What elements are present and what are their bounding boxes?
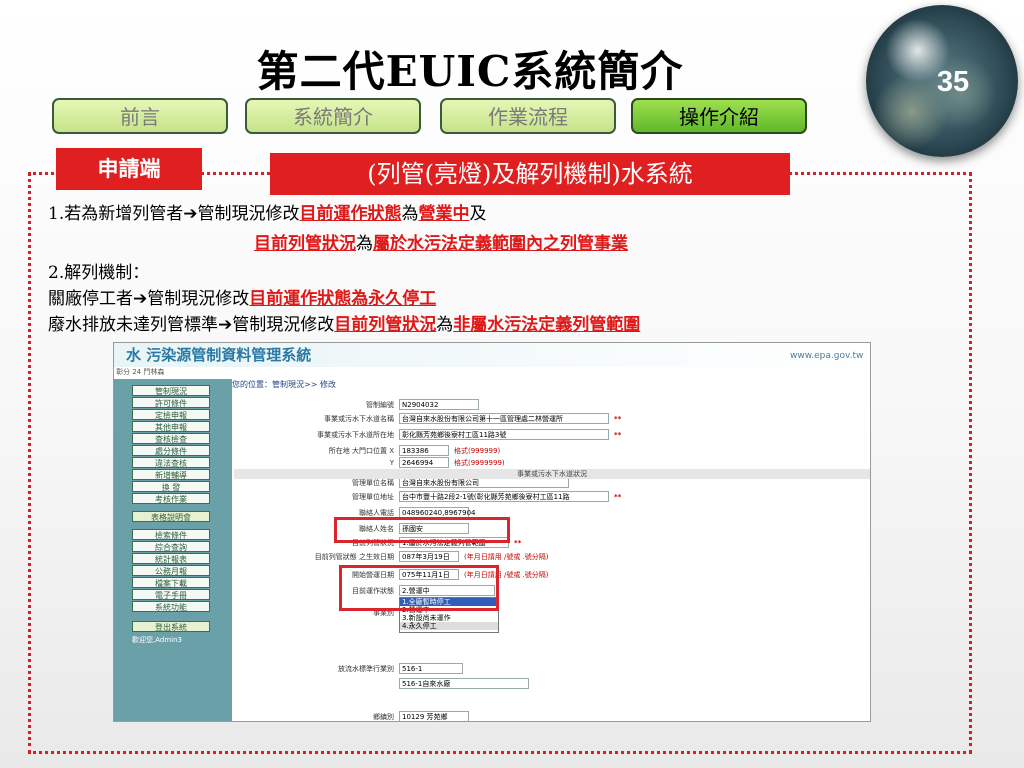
shot-section-title: 事業或污水下水道狀況 — [234, 469, 870, 479]
shot-menu-item[interactable]: 管制現況 — [132, 385, 210, 396]
shot-field-input[interactable]: N2904032 — [399, 399, 479, 410]
shot-field-input[interactable]: 10129 芳苑鄉 — [399, 711, 469, 721]
body-line-2: 目前列管狀況為屬於水污法定義範圍內之列管事業 — [254, 233, 628, 255]
shot-industry-detail[interactable]: 516-1自來水廠 — [399, 678, 529, 689]
line2-mid: 為 — [356, 234, 373, 254]
shot-form-row: 開始營運日期 075年11月1日 (年月日請用 /號或 .號分隔) — [234, 569, 870, 582]
line4-red: 目前運作狀態為永久停工 — [249, 289, 437, 309]
tab-workflow[interactable]: 作業流程 — [440, 98, 616, 134]
shot-required-mark: ** — [614, 415, 622, 423]
shot-dropdown-option[interactable]: 3.新設尚未運作 — [400, 614, 498, 622]
shot-menu-item[interactable]: 定檢申報 — [132, 409, 210, 420]
shot-form-row: 管理單位地址 台中市豐十路2段2-1號(彰化縣芳苑鄉後寮村工區11路 ** — [234, 491, 870, 504]
shot-menu-item[interactable]: 公務月報 — [132, 565, 210, 576]
shot-menu-item[interactable]: 其他申報 — [132, 421, 210, 432]
tab-system-overview[interactable]: 系統簡介 — [245, 98, 421, 134]
body-line-1: 1.若為新增列管者➔管制現況修改目前運作狀態為營業中及 — [48, 203, 486, 225]
tab-intro[interactable]: 前言 — [52, 98, 228, 134]
arrow-icon: ➔ — [133, 289, 148, 309]
line5-red2: 非屬水污法定義列管範圍 — [453, 315, 641, 335]
line2-red1: 目前列管狀況 — [254, 234, 356, 254]
body-line-5: 廢水排放未達列管標準➔管制現況修改目前列管狀況為非屬水污法定義列管範圍 — [48, 314, 640, 336]
line1-text: 管制現況修改 — [197, 204, 300, 224]
body-line-3: 2.解列機制： — [48, 263, 150, 283]
shot-menu: 管制現況 許可條件 定檢申報 其他申報 查核檢查 處分條件 違法查核 新增輔導換 發考核作業表… — [114, 343, 232, 721]
section-tag: 申請端 — [56, 148, 202, 190]
arrow-icon: ➔ — [183, 204, 198, 224]
line1-red1: 目前運作狀態 — [299, 204, 402, 224]
shot-menu-item[interactable]: 檢索條件 — [132, 529, 210, 540]
shot-field-label: 管制編號 — [366, 401, 394, 409]
shot-menu-footer: 歡迎您,Admin3 — [132, 636, 182, 644]
arrow-icon: ➔ — [218, 315, 233, 335]
shot-form-row: 聯絡人姓名 孫國安 — [234, 523, 870, 536]
shot-menu-item[interactable]: 查核檢查 — [132, 433, 210, 444]
highlight-box-status — [339, 565, 499, 611]
shot-form-row: 目前列管狀態 之生效日期 087年3月19日 (年月日請用 /號或 .號分隔) — [234, 551, 870, 564]
shot-field-label: 放流水標準行業別 — [338, 665, 394, 673]
shot-form-row: 目前列管狀況 1.屬於水污法定義列管範圍 ** — [234, 537, 870, 550]
shot-menu-item[interactable]: 電子手冊 — [132, 589, 210, 600]
shot-required-mark: ** — [614, 493, 622, 501]
shot-menu-item[interactable]: 檔案下載 — [132, 577, 210, 588]
shot-form-row: 事業或污水下水道所在地 彰化縣芳苑鄉後寮村工區11路3號 ** — [234, 429, 870, 442]
shot-field-input[interactable]: 台灣自來水股份有限公司第十一區管理處二林營運所 — [399, 413, 609, 424]
line2-red2: 屬於水污法定義範圍內之列管事業 — [373, 234, 628, 254]
shot-form-row: 放流水標準行業別 516-1 — [234, 663, 870, 676]
line4-a: 關廠停工者 — [48, 289, 133, 309]
line5-a: 廢水排放未達列管標準 — [48, 315, 218, 335]
shot-field-input[interactable]: 516-1 — [399, 663, 463, 674]
shot-menu-item[interactable]: 登出系統 — [132, 621, 210, 632]
shot-form-row: 聯絡人電話 048960240,8967904 — [234, 507, 870, 520]
shot-field-input[interactable]: 2646994 — [399, 457, 449, 468]
shot-field-label: 事業或污水下水道所在地 — [317, 431, 394, 439]
shot-dropdown-option[interactable]: 4.永久停工 — [400, 622, 498, 630]
shot-menu-item[interactable]: 許可條件 — [132, 397, 210, 408]
shot-form-row: 鄉鎮別 10129 芳苑鄉 — [234, 711, 870, 721]
shot-breadcrumb: 您的位置：管制現況>> 修改 — [232, 380, 336, 389]
shot-menu-item[interactable]: 換 發 — [132, 481, 210, 492]
shot-required-mark: ** — [514, 539, 522, 547]
line5-mid: 為 — [436, 315, 454, 335]
shot-form-row: 事業或污水下水道名稱 台灣自來水股份有限公司第十一區管理處二林營運所 ** — [234, 413, 870, 426]
embedded-screenshot: 水 污染源管制資料管理系統 www.epa.gov.tw 彰分 24 鬥林森 管… — [113, 342, 871, 722]
section-heading: (列管(亮燈)及解列機制)水系統 — [270, 153, 790, 195]
line5-red1: 目前列管狀況 — [334, 315, 437, 335]
shot-site-url: www.epa.gov.tw — [790, 351, 864, 361]
shot-menu-item[interactable]: 違法查核 — [132, 457, 210, 468]
tab-operation[interactable]: 操作介紹 — [631, 98, 807, 134]
shot-field-label: 目前列管狀態 之生效日期 — [314, 553, 394, 561]
shot-field-label: 事業或污水下水道名稱 — [324, 415, 394, 423]
line1-end: 及 — [469, 204, 487, 224]
shot-field-label: 鄉鎮別 — [373, 713, 394, 721]
shot-required-mark: ** — [614, 431, 622, 439]
shot-menu-item[interactable]: 統計報表 — [132, 553, 210, 564]
body-line-4: 關廠停工者➔管制現況修改目前運作狀態為永久停工 — [48, 288, 436, 310]
line1-red2: 營業中 — [418, 204, 470, 224]
shot-menu-item[interactable]: 處分條件 — [132, 445, 210, 456]
shot-form-row: 事業別 — [234, 607, 870, 620]
shot-form-row: 目前運作狀態 2.營運中 — [234, 585, 870, 598]
line1-mid: 為 — [401, 204, 419, 224]
shot-form: 管制編號 N2904032 事業或污水下水道名稱 台灣自來水股份有限公司第十一區管理處… — [234, 393, 870, 721]
shot-field-input[interactable]: 彰化縣芳苑鄉後寮村工區11路3號 — [399, 429, 609, 440]
shot-menu-item[interactable]: 新增輔導 — [132, 469, 210, 480]
shot-field-note: (年月日請用 /號或 .號分隔) — [464, 553, 549, 561]
shot-menu-item[interactable]: 考核作業 — [132, 493, 210, 504]
shot-field-label: 管理單位地址 — [352, 493, 394, 501]
line5-b: 管制現況修改 — [232, 315, 335, 335]
shot-form-row: 管制編號 N2904032 — [234, 399, 870, 412]
shot-menu-item[interactable]: 系統功能 — [132, 601, 210, 612]
shot-menu-item[interactable]: 綜合查詢 — [132, 541, 210, 552]
shot-field-input[interactable]: 087年3月19日 — [399, 551, 459, 562]
shot-menu-item[interactable]: 表格說明會 — [132, 511, 210, 522]
slide-title: 第二代EUIC系統簡介 — [256, 47, 684, 96]
highlight-box-contact — [334, 517, 510, 543]
line1-lead: 1.若為新增列管者 — [48, 204, 184, 224]
shot-field-input[interactable]: 台中市豐十路2段2-1號(彰化縣芳苑鄉後寮村工區11路 — [399, 491, 609, 502]
shot-field-input[interactable]: 183386 — [399, 445, 449, 456]
line4-b: 管制現況修改 — [147, 289, 250, 309]
